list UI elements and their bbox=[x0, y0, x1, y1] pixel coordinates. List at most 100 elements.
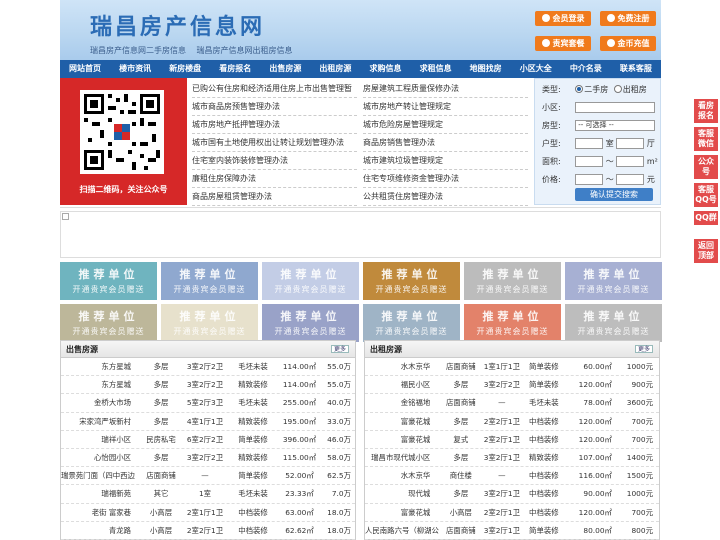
regulation-link[interactable]: 商品房屋租赁管理办法 bbox=[192, 188, 357, 206]
listing-row[interactable]: 福民小区 多层 3室2厅2卫 简单装修 120.00㎡ 900元 bbox=[365, 376, 659, 395]
search-submit-button[interactable]: 确认提交搜索 bbox=[575, 188, 653, 201]
listing-row[interactable]: 瑞昌市现代城小区 多层 3室2厅1卫 精致装修 107.00㎡ 1400元 bbox=[365, 449, 659, 468]
price-min-input[interactable] bbox=[575, 174, 604, 185]
regulation-link[interactable]: 住宅室内装饰装修管理办法 bbox=[192, 152, 357, 170]
side-service-wechat[interactable]: 客服微信 bbox=[694, 127, 718, 151]
sub-link-rent[interactable]: 瑞昌房产信息网出租房信息 bbox=[197, 46, 293, 55]
nav-communities[interactable]: 小区大全 bbox=[511, 60, 561, 78]
listing-cell[interactable]: 瑞祥小区 bbox=[61, 431, 141, 448]
listing-row[interactable]: 水木京华 店面商铺 1室1厅1卫 简单装修 60.00㎡ 1000元 bbox=[365, 358, 659, 377]
listing-row[interactable]: 富豪花城 小高层 2室2厅1卫 中档装修 120.00㎡ 700元 bbox=[365, 504, 659, 522]
recommended-unit-ad[interactable]: 推荐单位 开通贵宾会员赠送 bbox=[464, 304, 561, 342]
nav-contact[interactable]: 联系客服 bbox=[611, 60, 661, 78]
listing-row[interactable]: 现代城 多层 3室2厅1卫 中档装修 90.00㎡ 1000元 bbox=[365, 485, 659, 504]
hall-select[interactable] bbox=[616, 138, 645, 149]
register-button[interactable]: 免费注册 bbox=[600, 11, 656, 26]
sub-link-sale[interactable]: 瑞昌房产信息网二手房信息 bbox=[90, 46, 186, 55]
regulation-link[interactable]: 城市国有土地使用权出让转让规划管理办法 bbox=[192, 134, 357, 152]
nav-wanted-buy[interactable]: 求购信息 bbox=[360, 60, 410, 78]
listing-cell[interactable]: 金铭福地 bbox=[365, 394, 440, 411]
site-title[interactable]: 瑞昌房产信息网 bbox=[90, 9, 265, 41]
recommended-unit-ad[interactable]: 推荐单位 开通贵宾会员赠送 bbox=[60, 304, 157, 342]
nav-map[interactable]: 地图找房 bbox=[461, 60, 511, 78]
listing-row[interactable]: 东方星城 多层 3室2厅2卫 精致装修 114.00㎡ 55.0万 bbox=[61, 376, 355, 395]
vip-package-button[interactable]: 责宾套餐 bbox=[535, 36, 591, 51]
listing-row[interactable]: 瑞祥小区 民房私宅 6室2厅2卫 简单装修 396.00㎡ 46.0万 bbox=[61, 431, 355, 449]
listing-cell[interactable]: 富豪花城 bbox=[365, 413, 440, 430]
search-type-sale-radio[interactable]: 二手房 bbox=[575, 85, 608, 94]
side-official-account[interactable]: 公众号 bbox=[694, 155, 718, 179]
listing-cell[interactable]: 瑞景苑门面（四中西边 bbox=[61, 467, 141, 484]
listing-cell[interactable]: 宋家湾严坂新村 bbox=[61, 413, 141, 430]
regulation-link[interactable]: 城市商品房预售管理办法 bbox=[192, 98, 357, 116]
regulation-link[interactable]: 城市危险房屋管理规定 bbox=[363, 116, 528, 134]
banner-ad[interactable] bbox=[60, 211, 661, 258]
nav-viewing-signup[interactable]: 看房报名 bbox=[210, 60, 260, 78]
nav-for-rent[interactable]: 出租房源 bbox=[310, 60, 360, 78]
side-qq-group[interactable]: QQ群 bbox=[694, 211, 718, 225]
listing-row[interactable]: 青龙路 小高层 2室2厅1卫 中档装修 62.62㎡ 18.0万 bbox=[61, 522, 355, 540]
recharge-button[interactable]: 金币充值 bbox=[600, 36, 656, 51]
listing-cell[interactable]: 瑞昌市现代城小区 bbox=[365, 449, 440, 466]
community-input[interactable] bbox=[575, 102, 656, 113]
regulation-link[interactable]: 廉租住房保障办法 bbox=[192, 170, 357, 188]
nav-news[interactable]: 楼市资讯 bbox=[110, 60, 160, 78]
room-select[interactable] bbox=[575, 138, 604, 149]
regulation-link[interactable]: 城市房地产转让管理规定 bbox=[363, 98, 528, 116]
housetype-select[interactable]: -- 可选择 -- bbox=[575, 120, 656, 131]
listing-row[interactable]: 瑞福新苑 其它 1室 毛坯未装 23.33㎡ 7.0万 bbox=[61, 485, 355, 504]
listing-row[interactable]: 富豪花城 复式 2室2厅1卫 中档装修 120.00㎡ 700元 bbox=[365, 431, 659, 449]
listing-cell[interactable]: 金桥大市场 bbox=[61, 394, 141, 411]
listing-cell[interactable]: 现代城 bbox=[365, 485, 440, 502]
side-back-to-top[interactable]: 返回顶部 bbox=[694, 239, 718, 263]
listing-row[interactable]: 老街 富家巷 小高层 2室1厅1卫 中档装修 63.00㎡ 18.0万 bbox=[61, 504, 355, 522]
price-max-input[interactable] bbox=[616, 174, 645, 185]
sale-more-button[interactable]: 更多 bbox=[331, 345, 349, 353]
nav-new-homes[interactable]: 新房楼盘 bbox=[160, 60, 210, 78]
recommended-unit-ad[interactable]: 推荐单位 开通贵宾会员赠送 bbox=[262, 304, 359, 342]
regulation-link[interactable]: 住宅专项维修资金管理办法 bbox=[363, 170, 528, 188]
listing-row[interactable]: 心怡园小区 多层 3室2厅2卫 精致装修 115.00㎡ 58.0万 bbox=[61, 449, 355, 468]
recommended-unit-ad[interactable]: 推荐单位 开通贵宾会员赠送 bbox=[161, 304, 258, 342]
rent-more-button[interactable]: 更多 bbox=[635, 345, 653, 353]
regulation-link[interactable]: 房屋建筑工程质量保修办法 bbox=[363, 80, 528, 98]
listing-row[interactable]: 人民南路六号（柳湖公 店面商铺 3室2厅1卫 简单装修 80.00㎡ 800元 bbox=[365, 522, 659, 540]
recommended-unit-ad[interactable]: 推荐单位 开通贵宾会员赠送 bbox=[565, 262, 662, 300]
regulation-link[interactable]: 城市房地产抵押管理办法 bbox=[192, 116, 357, 134]
area-min-input[interactable] bbox=[575, 156, 604, 167]
listing-cell[interactable]: 富豪花城 bbox=[365, 504, 440, 521]
listing-cell[interactable]: 人民南路六号（柳湖公 bbox=[365, 522, 440, 539]
listing-cell[interactable]: 水木京华 bbox=[365, 358, 440, 375]
listing-row[interactable]: 金铭福地 店面商铺 — 毛坯未装 78.00㎡ 3600元 bbox=[365, 394, 659, 413]
listing-row[interactable]: 东方星城 多层 3室2厅2卫 毛坯未装 114.00㎡ 55.0万 bbox=[61, 358, 355, 377]
recommended-unit-ad[interactable]: 推荐单位 开通贵宾会员赠送 bbox=[363, 304, 460, 342]
listing-cell[interactable]: 东方星城 bbox=[61, 358, 141, 375]
nav-home[interactable]: 网站首页 bbox=[60, 60, 110, 78]
listing-cell[interactable]: 瑞福新苑 bbox=[61, 485, 141, 502]
side-service-qq[interactable]: 客服QQ号 bbox=[694, 183, 718, 207]
recommended-unit-ad[interactable]: 推荐单位 开通贵宾会员赠送 bbox=[262, 262, 359, 300]
recommended-unit-ad[interactable]: 推荐单位 开通贵宾会员赠送 bbox=[565, 304, 662, 342]
nav-for-sale[interactable]: 出售房源 bbox=[260, 60, 310, 78]
nav-agencies[interactable]: 中介名录 bbox=[561, 60, 611, 78]
listing-cell[interactable]: 东方星城 bbox=[61, 376, 141, 393]
recommended-unit-ad[interactable]: 推荐单位 开通贵宾会员赠送 bbox=[363, 262, 460, 300]
listing-cell[interactable]: 富豪花城 bbox=[365, 431, 440, 448]
regulation-link[interactable]: 已购公有住房和经济适用住房上市出售管理暂 bbox=[192, 80, 357, 98]
listing-row[interactable]: 金桥大市场 多层 5室2厅3卫 毛坯未装 255.00㎡ 40.0万 bbox=[61, 394, 355, 413]
listing-row[interactable]: 富豪花城 多层 2室2厅1卫 中档装修 120.00㎡ 700元 bbox=[365, 413, 659, 431]
recommended-unit-ad[interactable]: 推荐单位 开通贵宾会员赠送 bbox=[60, 262, 157, 300]
listing-cell[interactable]: 心怡园小区 bbox=[61, 449, 141, 466]
listing-row[interactable]: 瑞景苑门面（四中西边 店面商铺 — 简单装修 52.00㎡ 62.5万 bbox=[61, 467, 355, 486]
search-type-rent-radio[interactable]: 出租房 bbox=[613, 85, 647, 94]
member-login-button[interactable]: 会员登录 bbox=[535, 11, 591, 26]
regulation-link[interactable]: 公共租赁住房管理办法 bbox=[363, 188, 528, 206]
side-viewing-signup[interactable]: 看房报名 bbox=[694, 99, 718, 123]
regulation-link[interactable]: 城市建筑垃圾管理规定 bbox=[363, 152, 528, 170]
listing-cell[interactable]: 水木京华 bbox=[365, 467, 440, 484]
listing-cell[interactable]: 青龙路 bbox=[61, 522, 141, 539]
listing-row[interactable]: 宋家湾严坂新村 多层 4室1厅1卫 精致装修 195.00㎡ 33.0万 bbox=[61, 413, 355, 431]
listing-cell[interactable]: 福民小区 bbox=[365, 376, 440, 393]
regulation-link[interactable]: 商品房销售管理办法 bbox=[363, 134, 528, 152]
area-max-input[interactable] bbox=[616, 156, 645, 167]
